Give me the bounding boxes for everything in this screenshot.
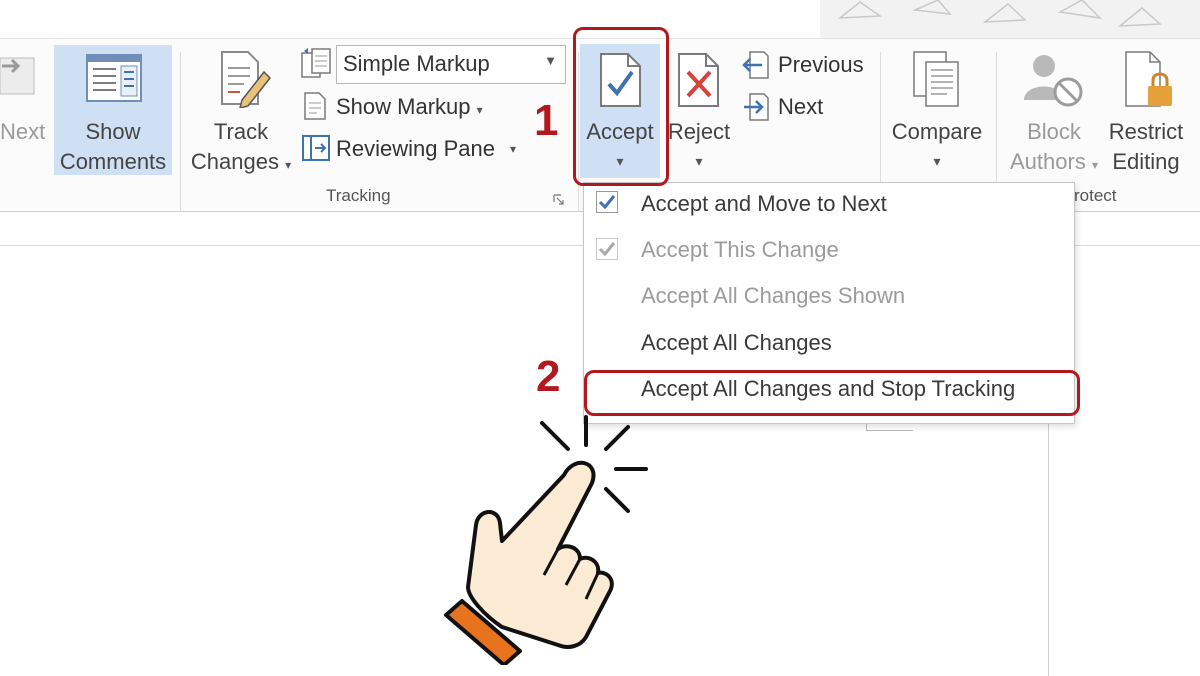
- reviewing-pane-icon: [302, 134, 330, 162]
- chevron-down-icon: ▾: [1091, 158, 1098, 172]
- show-markup-button[interactable]: Show Markup ▾: [336, 90, 483, 124]
- reject-label: Reject: [667, 119, 731, 144]
- track-changes-label-2: Changes: [190, 149, 279, 174]
- chevron-down-icon: ▾: [695, 153, 703, 169]
- track-changes-button[interactable]: Changes ▾: [188, 146, 294, 181]
- accept-this-change-icon: [596, 238, 618, 260]
- chevron-down-icon: ▾: [510, 142, 517, 156]
- show-markup-icon: [303, 91, 329, 121]
- group-separator: [180, 52, 181, 212]
- track-changes-label-1: Track: [213, 119, 269, 144]
- block-authors-button[interactable]: Authors ▾: [1002, 146, 1106, 181]
- protect-group-label: rotect: [1074, 186, 1117, 205]
- restrict-editing-label-2: Editing: [1112, 149, 1180, 174]
- compare-label: Compare: [891, 119, 983, 144]
- block-authors-label-1: Block: [1027, 119, 1081, 144]
- dialog-launcher-icon[interactable]: [553, 192, 564, 205]
- title-bar-decoration: [820, 0, 1200, 40]
- next-label: Next: [778, 94, 824, 119]
- show-comments-label-1: Show: [85, 119, 141, 144]
- show-comments-label-2: Comments: [59, 149, 167, 174]
- block-authors-label-2: Authors: [1010, 149, 1086, 174]
- tracking-group-label: Tracking: [326, 186, 391, 205]
- markup-select[interactable]: Simple Markup ▼: [336, 45, 566, 84]
- track-changes-icon: [218, 50, 272, 110]
- reject-icon: [676, 52, 722, 108]
- pointing-hand-icon: [440, 415, 660, 667]
- restrict-editing-icon: [1124, 50, 1174, 110]
- chevron-down-icon: ▾: [285, 158, 292, 172]
- previous-change-icon: [742, 50, 770, 80]
- restrict-editing-label-1: Restrict: [1108, 119, 1184, 144]
- show-comments-icon: [86, 52, 142, 104]
- next-comment-button[interactable]: Next: [0, 116, 45, 147]
- menu-item-accept-all-changes[interactable]: Accept All Changes: [641, 330, 832, 356]
- block-authors-icon: [1020, 50, 1084, 110]
- stop-tracking-highlight-box: [584, 370, 1080, 416]
- display-for-review-icon: [300, 47, 332, 81]
- compare-button[interactable]: Compare: [884, 116, 990, 147]
- accept-highlight-box: [573, 27, 669, 186]
- previous-button[interactable]: Previous: [778, 48, 864, 82]
- reviewing-pane-button[interactable]: Reviewing Pane ▾: [336, 132, 526, 166]
- reject-button[interactable]: Reject: [664, 116, 734, 147]
- chevron-down-icon: ▾: [933, 153, 941, 169]
- step-1-label: 1: [534, 96, 559, 145]
- next-change-icon: [742, 92, 770, 122]
- menu-item-accept-all-changes-shown[interactable]: Accept All Changes Shown: [641, 283, 905, 309]
- menu-item-accept-this-change[interactable]: Accept This Change: [641, 237, 839, 263]
- markup-select-value: Simple Markup: [343, 51, 490, 76]
- restrict-editing-button[interactable]: Editing: [1102, 146, 1190, 177]
- previous-label: Previous: [778, 52, 864, 77]
- next-button[interactable]: Next: [778, 90, 823, 124]
- next-comment-icon: [0, 52, 42, 100]
- compare-icon: [912, 50, 962, 108]
- show-markup-label: Show Markup: [336, 94, 471, 119]
- step-2-label: 2: [536, 352, 561, 401]
- reviewing-pane-label: Reviewing Pane: [336, 136, 495, 161]
- accept-and-move-icon: [596, 191, 618, 213]
- chevron-down-icon: ▼: [544, 53, 557, 68]
- menu-item-accept-and-move-to-next[interactable]: Accept and Move to Next: [641, 191, 887, 217]
- chevron-down-icon: ▾: [476, 103, 483, 117]
